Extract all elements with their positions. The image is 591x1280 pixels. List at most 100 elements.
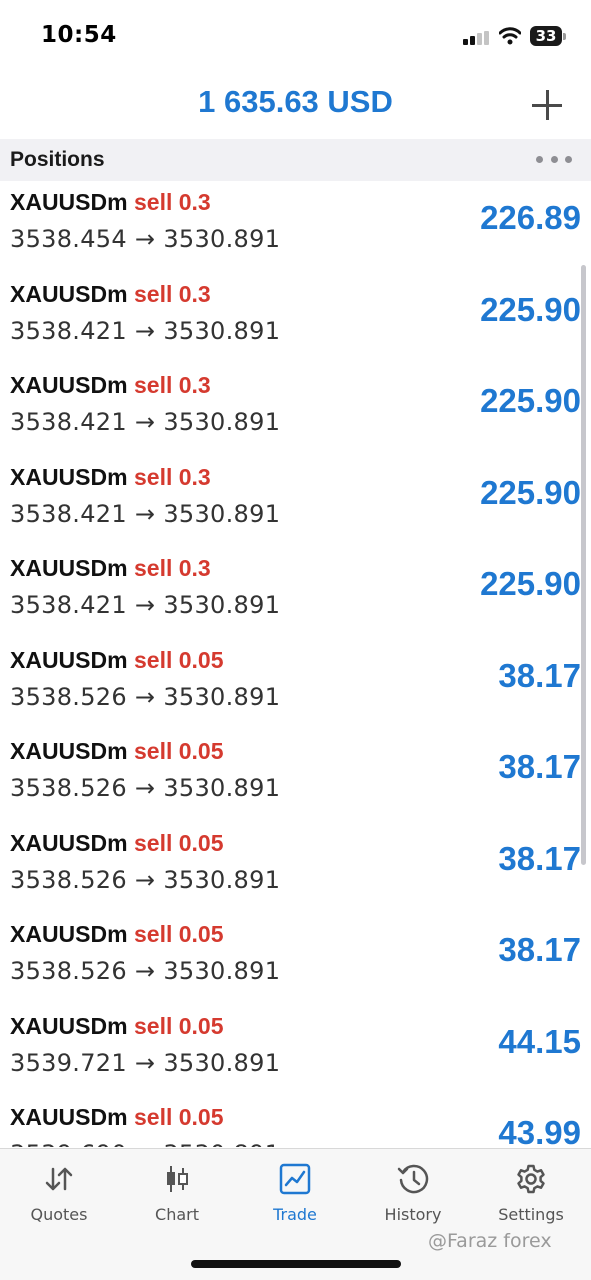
current-price: 3530.891 [163,225,281,253]
tab-label: History [384,1205,442,1224]
open-price: 3538.526 [10,865,127,894]
position-row[interactable]: XAUUSDm sell 0.05 3538.526 → 3530.891 38.17 [0,639,591,731]
status-time: 10:54 [41,22,117,48]
tab-chart[interactable]: Chart [118,1161,236,1231]
positions-section-header: Positions [0,139,591,181]
trade-chart-icon [279,1163,311,1195]
status-bar: 10:54 33 [0,0,591,70]
account-balance: 1 635.63 USD [198,84,393,119]
price-arrow-icon: → [134,682,156,711]
current-price: 3530.891 [163,1140,280,1147]
position-row[interactable]: XAUUSDm sell 0.3 3538.421 → 3530.891 225.90 [0,273,591,365]
position-row[interactable]: XAUUSDm sell 0.05 3538.526 → 3530.891 38.17 [0,913,591,1005]
price-arrow-icon: → [134,957,156,985]
current-price: 3530.891 [163,1048,281,1077]
current-price: 3530.891 [163,499,281,528]
position-prices: 3538.526 → 3530.891 [10,683,280,711]
tab-quotes[interactable]: Quotes [0,1161,118,1231]
history-clock-icon [397,1163,429,1195]
position-type: sell 0.05 [134,646,224,673]
tab-trade[interactable]: Trade [236,1161,354,1231]
price-arrow-icon: → [134,865,156,894]
tab-history[interactable]: History [354,1161,472,1231]
position-type: sell 0.05 [134,921,224,947]
position-symbol: XAUUSDm [10,372,128,398]
position-row[interactable]: XAUUSDm sell 0.3 3538.421 → 3530.891 225.90 [0,456,591,548]
current-price: 3530.891 [163,957,281,985]
position-symbol: XAUUSDm [10,646,128,673]
position-row[interactable]: XAUUSDm sell 0.3 3538.454 → 3530.891 226.89 [0,181,591,273]
price-arrow-icon: → [135,1140,155,1147]
open-price: 3538.421 [10,591,127,619]
position-symbol: XAUUSDm [10,738,128,764]
position-prices: 3539.721 → 3530.891 [10,1049,280,1077]
position-row[interactable]: XAUUSDm sell 0.05 3538.526 → 3530.891 38.17 [0,822,591,914]
more-horizontal-icon[interactable] [536,153,572,165]
tab-label: Settings [498,1205,564,1224]
position-symbol: XAUUSDm [10,829,128,856]
tab-label: Chart [155,1205,199,1224]
position-prices: 3538.421 → 3530.891 [10,591,280,619]
current-price: 3530.891 [163,316,281,345]
position-prices: 3538.421 → 3530.891 [10,500,280,528]
price-arrow-icon: → [134,225,156,253]
position-symbol: XAUUSDm [10,280,128,307]
position-type: sell 0.3 [134,280,211,307]
position-profit: 38.17 [498,748,581,785]
price-arrow-icon: → [134,1048,156,1077]
price-arrow-icon: → [134,408,156,436]
tab-label: Quotes [30,1205,88,1224]
battery-level: 33 [535,27,557,45]
tab-settings[interactable]: Settings [472,1161,590,1231]
position-type: sell 0.05 [134,829,224,856]
open-price: 3539.721 [10,1048,127,1077]
position-row[interactable]: XAUUSDmsell 0.05 3539.690 → 3530.891 43.99 [0,1096,591,1147]
current-price: 3530.891 [163,682,281,711]
open-price: 3538.526 [10,957,127,985]
position-row[interactable]: XAUUSDm sell 0.05 3538.526 → 3530.891 38.17 [0,730,591,822]
position-prices: 3538.526 → 3530.891 [10,957,280,985]
position-row[interactable]: XAUUSDm sell 0.3 3538.421 → 3530.891 225.90 [0,364,591,456]
positions-list[interactable]: XAUUSDm sell 0.3 3538.454 → 3530.891 226.89 XA… [0,181,591,1147]
position-type: sell 0.3 [134,372,211,398]
position-profit: 38.17 [498,839,581,877]
position-prices: 3538.526 → 3530.891 [10,774,280,802]
position-symbol: XAUUSDm [10,1012,128,1039]
battery-icon: 33 [530,26,566,46]
position-type: sell 0.3 [134,555,211,581]
position-profit: 38.17 [498,656,581,694]
watermark: @Faraz forex [428,1230,552,1252]
position-symbol: XAUUSDm [10,189,128,215]
position-profit: 225.90 [480,382,581,419]
plus-icon[interactable] [528,86,568,126]
tab-label: Trade [273,1205,317,1224]
position-type: sell 0.3 [134,189,211,215]
position-profit: 225.90 [480,565,581,602]
position-type: sell 0.3 [134,463,211,490]
position-type: sell 0.05 [134,1104,224,1130]
position-prices: 3539.690 → 3530.891 [10,1140,280,1147]
position-prices: 3538.526 → 3530.891 [10,866,280,894]
home-indicator[interactable] [191,1260,401,1268]
position-profit: 43.99 [498,1114,581,1147]
position-prices: 3538.421 → 3530.891 [10,408,280,436]
position-prices: 3538.454 → 3530.891 [10,225,280,253]
scrollbar[interactable] [581,265,586,865]
section-title: Positions [10,148,105,171]
open-price: 3538.421 [10,316,127,345]
position-row[interactable]: XAUUSDm sell 0.05 3539.721 → 3530.891 44.15 [0,1005,591,1097]
price-arrow-icon: → [134,774,156,802]
position-prices: 3538.421 → 3530.891 [10,317,280,345]
position-type: sell 0.05 [134,1012,224,1039]
quotes-arrows-icon [43,1163,75,1195]
price-arrow-icon: → [134,316,156,345]
open-price: 3538.421 [10,499,127,528]
price-arrow-icon: → [134,499,156,528]
position-row[interactable]: XAUUSDm sell 0.3 3538.421 → 3530.891 225.90 [0,547,591,639]
candlestick-chart-icon [161,1163,193,1195]
open-price: 3538.454 [10,225,127,253]
position-symbol: XAUUSDm [10,463,128,490]
current-price: 3530.891 [163,408,281,436]
open-price: 3538.421 [10,408,127,436]
wifi-icon [498,27,522,45]
